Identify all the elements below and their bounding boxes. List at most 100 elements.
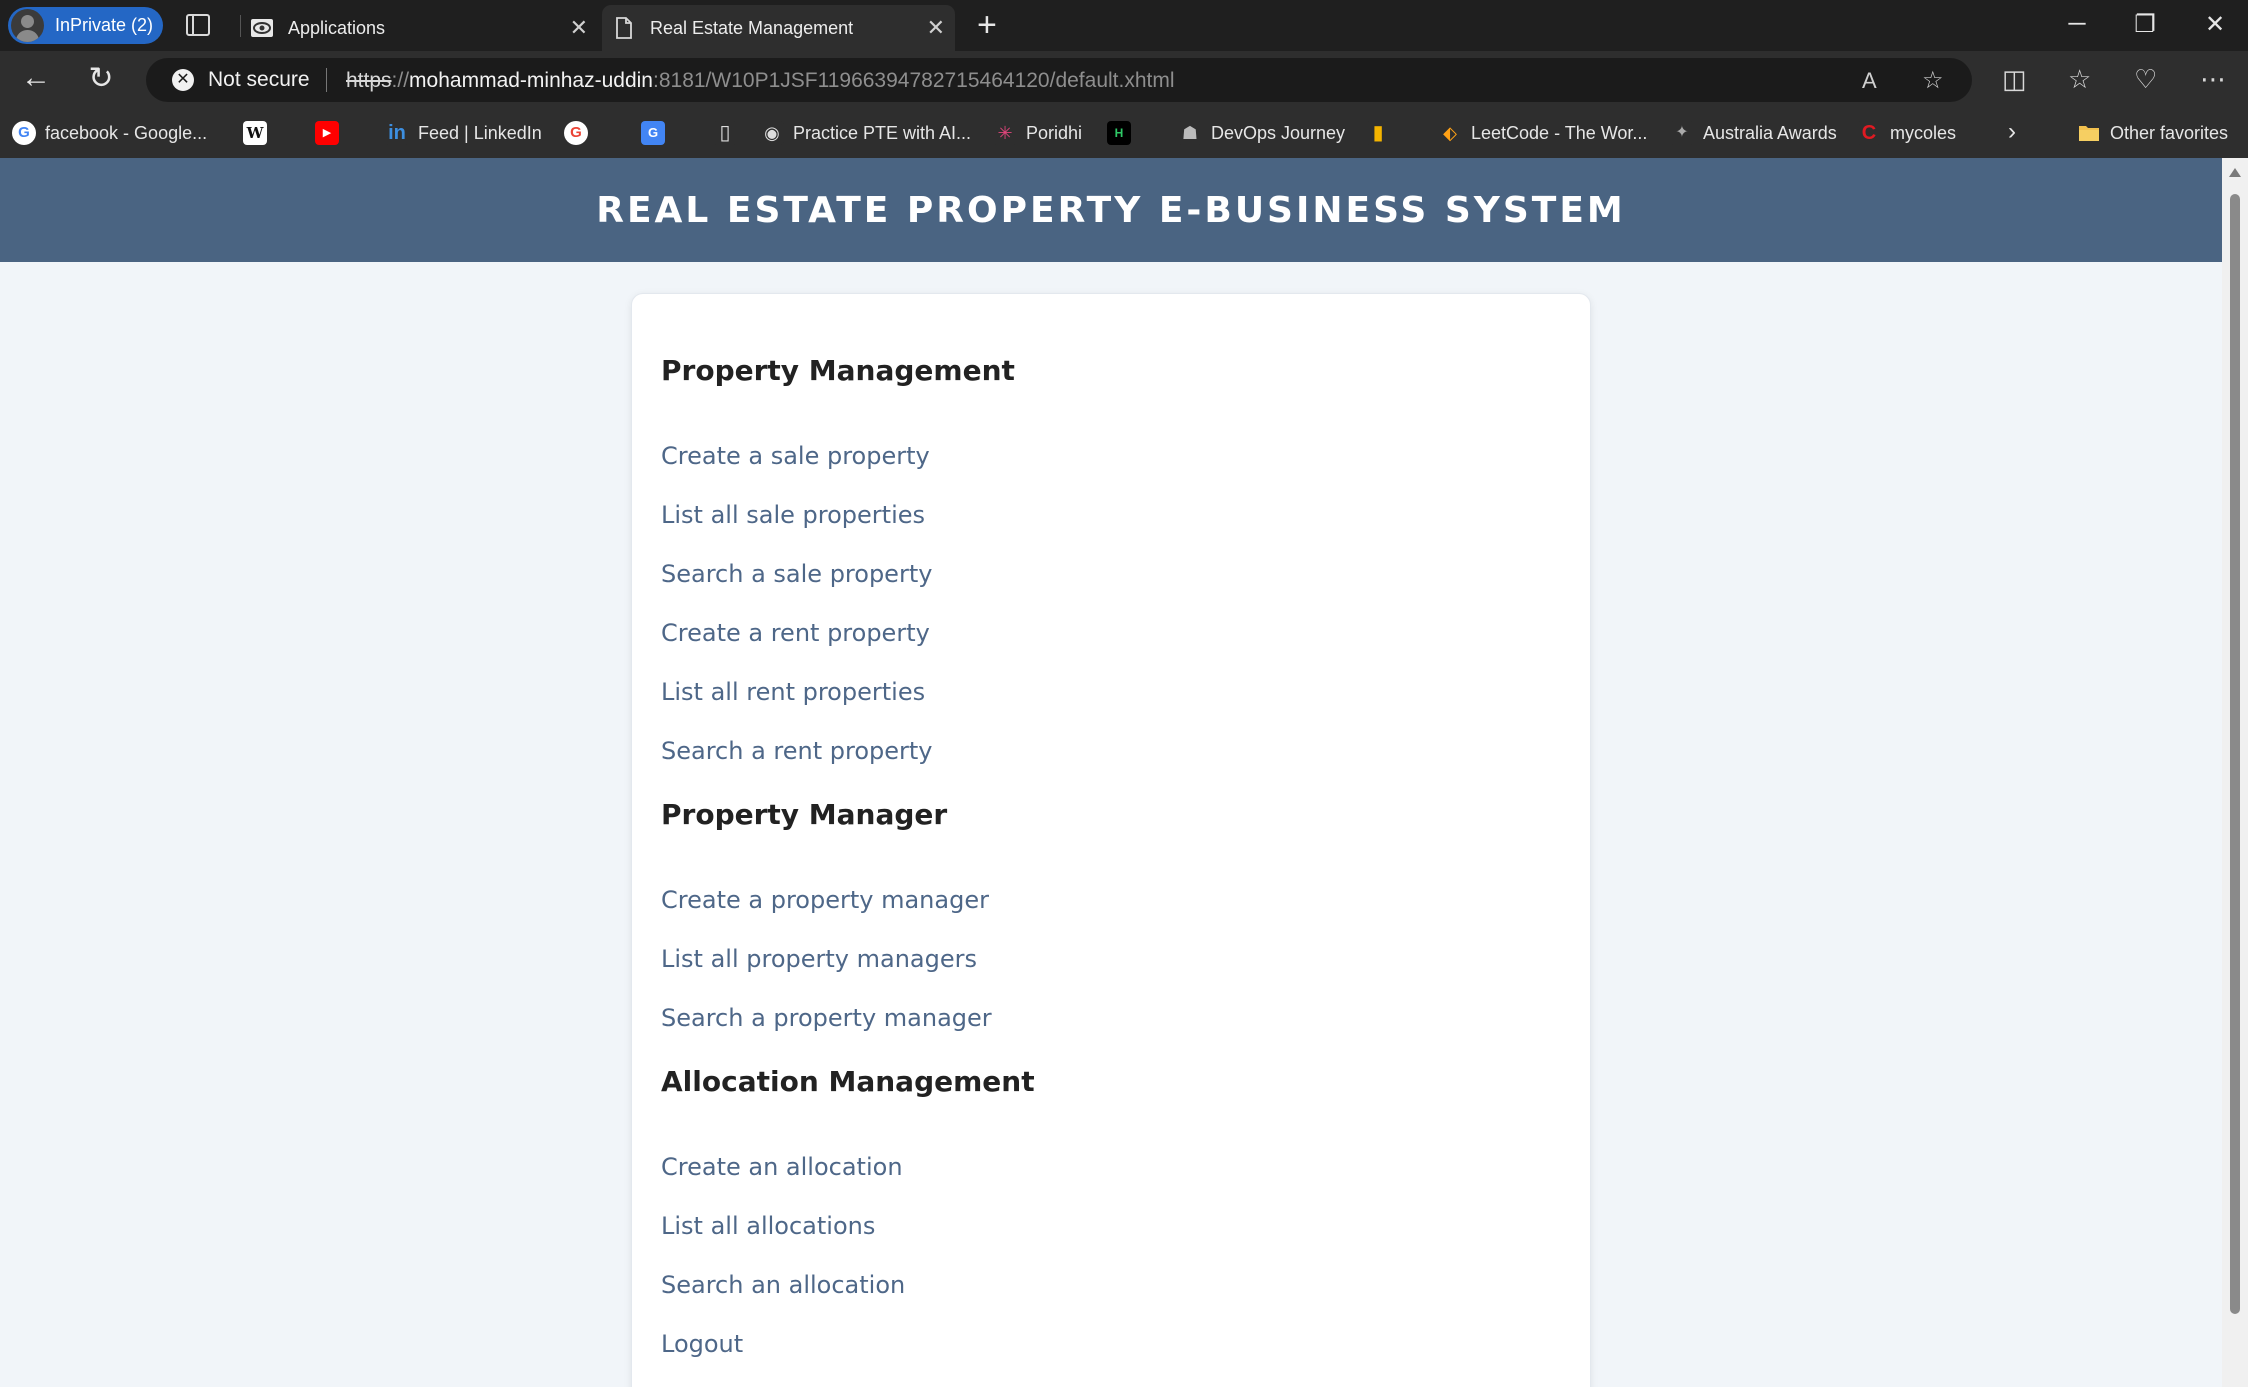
bookmark-label: Poridhi: [1026, 122, 1083, 143]
poridhi-icon: ✳: [993, 121, 1017, 145]
address-toolbar: ← ↻ ✕ Not secure https://mohammad-minhaz…: [0, 51, 2248, 108]
bookmark-australia-awards[interactable]: ✦ Australia Awards: [1670, 120, 1837, 146]
tab-actions-icon[interactable]: [186, 14, 210, 36]
link-list-property-managers[interactable]: List all property managers: [661, 945, 977, 973]
tab-real-estate-management[interactable]: Real Estate Management ✕: [602, 5, 955, 51]
link-list-rent-properties[interactable]: List all rent properties: [661, 678, 925, 706]
bookmark-google-translate[interactable]: G: [641, 120, 674, 146]
link-search-property-manager[interactable]: Search a property manager: [661, 1004, 992, 1032]
new-tab-button[interactable]: +: [977, 6, 997, 44]
pte-icon: ◉: [760, 121, 784, 145]
eye-app-icon: [251, 19, 273, 37]
section-title-property-manager: Property Manager: [661, 798, 948, 831]
google-icon: G: [12, 121, 36, 145]
inprivate-label: InPrivate (2): [55, 15, 154, 35]
leetcode-icon: ⬖: [1438, 121, 1462, 145]
minimize-button[interactable]: ─: [2062, 10, 2092, 38]
bookmark-youtube[interactable]: ▶: [315, 120, 348, 146]
not-secure-label[interactable]: Not secure: [208, 68, 310, 92]
link-search-sale-property[interactable]: Search a sale property: [661, 560, 932, 588]
section-title-property-management: Property Management: [661, 354, 1015, 387]
tab-title: Real Estate Management: [650, 17, 854, 38]
bookmark-label: facebook - Google...: [45, 122, 208, 143]
tab-close-icon[interactable]: ✕: [927, 15, 945, 41]
bookmark-label: Practice PTE with AI...: [793, 122, 972, 143]
bookmarks-overflow-chevron-icon[interactable]: ›: [2008, 118, 2016, 146]
address-bar[interactable]: ✕ Not secure https://mohammad-minhaz-udd…: [146, 58, 1972, 102]
link-logout[interactable]: Logout: [661, 1330, 743, 1358]
tab-applications[interactable]: Applications ✕: [240, 5, 598, 51]
url-host: mohammad-minhaz-uddin: [409, 69, 653, 92]
url-scheme: https: [346, 69, 392, 92]
favorites-bar: G facebook - Google... W ▶ in Feed | Lin…: [0, 108, 2248, 158]
youtube-icon: ▶: [315, 121, 339, 145]
bookmark-page[interactable]: ▯: [713, 120, 746, 146]
favorites-icon[interactable]: ☆: [2068, 64, 2091, 95]
address-divider: [326, 68, 327, 92]
url-separator: ://: [391, 69, 410, 92]
url-path: :8181/W10P1JSF11966394782715464120/defau…: [653, 69, 1175, 92]
link-search-rent-property[interactable]: Search a rent property: [661, 737, 933, 765]
browser-tab-bar: InPrivate (2) Applications ✕ Real Estate…: [0, 0, 2248, 51]
bookmark-analytics[interactable]: ▮: [1366, 120, 1399, 146]
devops-icon: ☗: [1178, 121, 1202, 145]
restore-button[interactable]: ❐: [2130, 10, 2160, 39]
bookmark-google[interactable]: G: [564, 120, 597, 146]
link-search-allocation[interactable]: Search an allocation: [661, 1271, 905, 1299]
bookmark-label: LeetCode - The Wor...: [1471, 122, 1648, 143]
tab-title: Applications: [288, 17, 386, 38]
page-header-banner: REAL ESTATE PROPERTY E-BUSINESS SYSTEM: [0, 158, 2222, 262]
wikipedia-icon: W: [243, 121, 267, 145]
browser-essentials-icon[interactable]: ♡: [2134, 64, 2157, 95]
bookmark-label: mycoles: [1890, 122, 1957, 143]
scroll-up-arrow-icon[interactable]: [2229, 168, 2241, 177]
link-create-sale-property[interactable]: Create a sale property: [661, 442, 930, 470]
more-options-icon[interactable]: ⋯: [2200, 64, 2226, 95]
page-title: REAL ESTATE PROPERTY E-BUSINESS SYSTEM: [596, 189, 1626, 231]
google-icon: G: [564, 121, 588, 145]
scrollbar-thumb[interactable]: [2230, 194, 2240, 1314]
coles-icon: C: [1857, 121, 1881, 145]
bookmark-mycoles[interactable]: C mycoles: [1857, 120, 1956, 146]
link-list-sale-properties[interactable]: List all sale properties: [661, 501, 925, 529]
inprivate-profile-button[interactable]: InPrivate (2): [8, 7, 163, 44]
split-screen-icon[interactable]: ◫: [2002, 64, 2027, 95]
navigation-card: Property Management Create a sale proper…: [631, 293, 1591, 1387]
bookmark-poridhi[interactable]: ✳ Poridhi: [993, 120, 1082, 146]
back-arrow-icon[interactable]: ←: [17, 61, 55, 95]
page-icon: [616, 17, 632, 39]
australia-awards-icon: ✦: [1670, 121, 1694, 145]
bookmark-devops-journey[interactable]: ☗ DevOps Journey: [1178, 120, 1345, 146]
google-translate-icon: G: [641, 121, 665, 145]
other-favorites-folder[interactable]: Other favorites: [2077, 120, 2228, 146]
bookmark-label: Feed | LinkedIn: [418, 122, 542, 143]
add-favorite-star-icon[interactable]: ☆: [1922, 66, 1944, 95]
bookmark-facebook-google[interactable]: G facebook - Google...: [12, 120, 207, 146]
folder-icon: [2079, 126, 2099, 141]
bookmark-hackerrank[interactable]: H: [1107, 120, 1140, 146]
bookmark-label: DevOps Journey: [1211, 122, 1346, 143]
bookmark-leetcode[interactable]: ⬖ LeetCode - The Wor...: [1438, 120, 1647, 146]
link-create-rent-property[interactable]: Create a rent property: [661, 619, 930, 647]
profile-avatar-icon: [11, 9, 44, 42]
link-create-property-manager[interactable]: Create a property manager: [661, 886, 989, 914]
bookmark-wikipedia[interactable]: W: [243, 120, 276, 146]
refresh-icon[interactable]: ↻: [82, 61, 120, 96]
other-favorites-label: Other favorites: [2110, 122, 2229, 143]
not-secure-icon[interactable]: ✕: [172, 69, 194, 91]
bookmark-practice-pte[interactable]: ◉ Practice PTE with AI...: [760, 120, 971, 146]
analytics-bars-icon: ▮: [1366, 121, 1390, 145]
bookmark-linkedin[interactable]: in Feed | LinkedIn: [385, 120, 542, 146]
page-icon: ▯: [713, 121, 737, 145]
section-title-allocation-management: Allocation Management: [661, 1065, 1035, 1098]
bookmark-label: Australia Awards: [1703, 122, 1837, 143]
read-aloud-icon[interactable]: A: [1862, 68, 1877, 94]
hackerrank-icon: H: [1107, 121, 1131, 145]
url-text[interactable]: https://mohammad-minhaz-uddin:8181/W10P1…: [346, 69, 1175, 93]
page-scrollbar[interactable]: [2222, 158, 2248, 1387]
linkedin-icon: in: [385, 121, 409, 145]
tab-close-icon[interactable]: ✕: [570, 15, 588, 41]
link-list-allocations[interactable]: List all allocations: [661, 1212, 875, 1240]
close-window-button[interactable]: ✕: [2200, 10, 2230, 39]
link-create-allocation[interactable]: Create an allocation: [661, 1153, 903, 1181]
